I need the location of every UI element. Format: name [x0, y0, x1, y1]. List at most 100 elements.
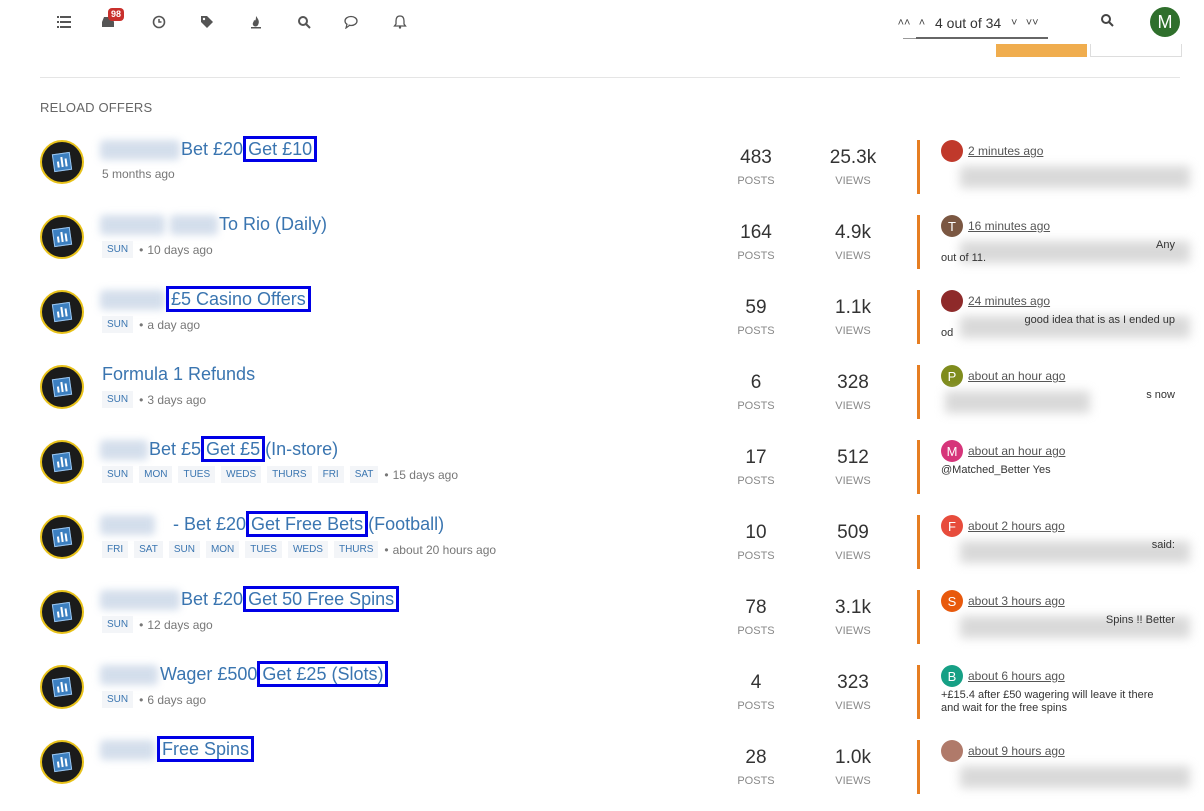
tag-sun[interactable]: SUN: [168, 541, 200, 558]
tag-sun[interactable]: SUN: [102, 316, 134, 333]
highlighted-offer[interactable]: Get £25 (Slots): [257, 661, 389, 687]
fire-icon[interactable]: [246, 12, 266, 32]
new-topic-button[interactable]: [996, 44, 1087, 57]
highlighted-offer[interactable]: Get 50 Free Spins: [243, 586, 400, 612]
tag-fri[interactable]: FRI: [102, 541, 129, 558]
topic-timestamp[interactable]: about 20 hours ago: [393, 543, 496, 557]
tag-thurs[interactable]: THURS: [267, 466, 312, 483]
category-logo-icon[interactable]: [40, 665, 84, 709]
teaser-timestamp[interactable]: 24 minutes ago: [968, 294, 1050, 308]
tag-mon[interactable]: MON: [205, 541, 240, 558]
tag-weds[interactable]: WEDS: [221, 466, 262, 483]
teaser-timestamp[interactable]: 2 minutes ago: [968, 144, 1043, 158]
topic-title-text[interactable]: Bet £5: [149, 439, 201, 459]
tag-sat[interactable]: SAT: [134, 541, 163, 558]
pager-position[interactable]: 4 out of 34: [931, 15, 1005, 31]
topic-title[interactable]: Wager £500 Get £25 (Slots): [160, 661, 389, 687]
category-logo-icon[interactable]: [40, 590, 84, 634]
topic-title[interactable]: £5 Casino Offers: [166, 286, 311, 312]
tag-sat[interactable]: SAT: [349, 466, 379, 483]
topic-title[interactable]: Formula 1 Refunds: [102, 364, 255, 385]
category-logo-icon[interactable]: [40, 215, 84, 259]
topic-timestamp[interactable]: a day ago: [147, 318, 200, 332]
teaser-timestamp[interactable]: 16 minutes ago: [968, 219, 1050, 233]
chevron-down-icon[interactable]: ˅: [1005, 17, 1023, 29]
topic-title-text[interactable]: - Bet £20: [173, 514, 246, 534]
teaser-avatar[interactable]: [941, 740, 963, 762]
topic-title-text[interactable]: Bet £20: [181, 139, 243, 159]
teaser-timestamp[interactable]: about 2 hours ago: [968, 519, 1065, 533]
topic-title-text[interactable]: To Rio (Daily): [219, 214, 327, 234]
tag-thurs[interactable]: THURS: [333, 541, 379, 558]
topic-timestamp[interactable]: 5 months ago: [102, 167, 175, 181]
teaser-avatar[interactable]: S: [941, 590, 963, 612]
category-logo-icon[interactable]: [40, 365, 84, 409]
tag-sun[interactable]: SUN: [102, 391, 134, 408]
tag-fri[interactable]: FRI: [317, 466, 344, 483]
chat-icon[interactable]: [341, 12, 361, 32]
category-logo-icon[interactable]: [40, 140, 84, 184]
category-logo-icon[interactable]: [40, 515, 84, 559]
teaser-avatar[interactable]: B: [941, 665, 963, 687]
teaser-avatar[interactable]: P: [941, 365, 963, 387]
category-logo-icon[interactable]: [40, 290, 84, 334]
topic-title[interactable]: Free Spins: [157, 736, 255, 762]
list-icon[interactable]: [54, 12, 74, 32]
search-icon[interactable]: [294, 12, 314, 32]
topic-title-suffix[interactable]: (Football): [368, 514, 444, 534]
header-search-icon[interactable]: [1100, 13, 1118, 31]
views-stat: 3.1k VIEWS: [823, 597, 883, 637]
views-label: VIEWS: [835, 175, 871, 187]
topic-title-suffix[interactable]: (In-store): [265, 439, 338, 459]
tag-tues[interactable]: TUES: [178, 466, 216, 483]
topic-title[interactable]: Bet £5 Get £5 (In-store): [149, 436, 338, 462]
category-logo-icon[interactable]: [40, 740, 84, 784]
tags-icon[interactable]: [197, 12, 217, 32]
topic-timestamp[interactable]: 10 days ago: [147, 243, 212, 257]
teaser-timestamp[interactable]: about 9 hours ago: [968, 744, 1065, 758]
teaser-timestamp[interactable]: about an hour ago: [968, 369, 1065, 383]
topic-timestamp[interactable]: 15 days ago: [393, 468, 458, 482]
tag-sun[interactable]: SUN: [102, 616, 134, 633]
teaser-avatar[interactable]: T: [941, 215, 963, 237]
teaser-bar: [917, 515, 920, 569]
tag-sun[interactable]: SUN: [102, 466, 134, 483]
topic-timestamp[interactable]: 12 days ago: [147, 618, 212, 632]
topic-timestamp[interactable]: 3 days ago: [147, 393, 206, 407]
double-chevron-down-icon[interactable]: ˅˅: [1023, 17, 1041, 29]
watch-button[interactable]: [1090, 44, 1182, 57]
user-avatar[interactable]: M: [1150, 7, 1180, 37]
redacted-text: [100, 515, 155, 535]
tag-sun[interactable]: SUN: [102, 691, 134, 708]
highlighted-offer[interactable]: Free Spins: [157, 736, 255, 762]
topic-title-text[interactable]: Wager £500: [160, 664, 257, 684]
teaser-timestamp[interactable]: about 6 hours ago: [968, 669, 1065, 683]
teaser-timestamp[interactable]: about 3 hours ago: [968, 594, 1065, 608]
highlighted-offer[interactable]: Get Free Bets: [246, 511, 369, 537]
topic-title[interactable]: To Rio (Daily): [219, 214, 327, 235]
teaser-timestamp[interactable]: about an hour ago: [968, 444, 1065, 458]
topic-title-text[interactable]: Bet £20: [181, 589, 243, 609]
chevron-up-icon[interactable]: ˄: [913, 17, 931, 29]
highlighted-offer[interactable]: Get £10: [243, 136, 318, 162]
teaser-avatar[interactable]: [941, 290, 963, 312]
bell-icon[interactable]: [390, 12, 410, 32]
topic-title[interactable]: Bet £20 Get £10: [181, 136, 318, 162]
topic-timestamp[interactable]: 6 days ago: [147, 693, 206, 707]
tag-weds[interactable]: WEDS: [287, 541, 328, 558]
tag-mon[interactable]: MON: [139, 466, 173, 483]
tag-sun[interactable]: SUN: [102, 241, 134, 258]
teaser-avatar[interactable]: M: [941, 440, 963, 462]
topic-title-text[interactable]: Formula 1 Refunds: [102, 364, 255, 384]
category-logo-icon[interactable]: [40, 440, 84, 484]
highlighted-offer[interactable]: Get £5: [201, 436, 266, 462]
clock-icon[interactable]: [149, 12, 169, 32]
posts-count: 28: [745, 747, 767, 768]
highlighted-offer[interactable]: £5 Casino Offers: [166, 286, 311, 312]
teaser-avatar[interactable]: F: [941, 515, 963, 537]
tag-tues[interactable]: TUES: [245, 541, 282, 558]
double-chevron-up-icon[interactable]: ˄˄: [895, 17, 913, 29]
topic-title[interactable]: Bet £20 Get 50 Free Spins: [181, 586, 400, 612]
topic-title[interactable]: - Bet £20 Get Free Bets (Football): [173, 511, 444, 537]
teaser-avatar[interactable]: [941, 140, 963, 162]
